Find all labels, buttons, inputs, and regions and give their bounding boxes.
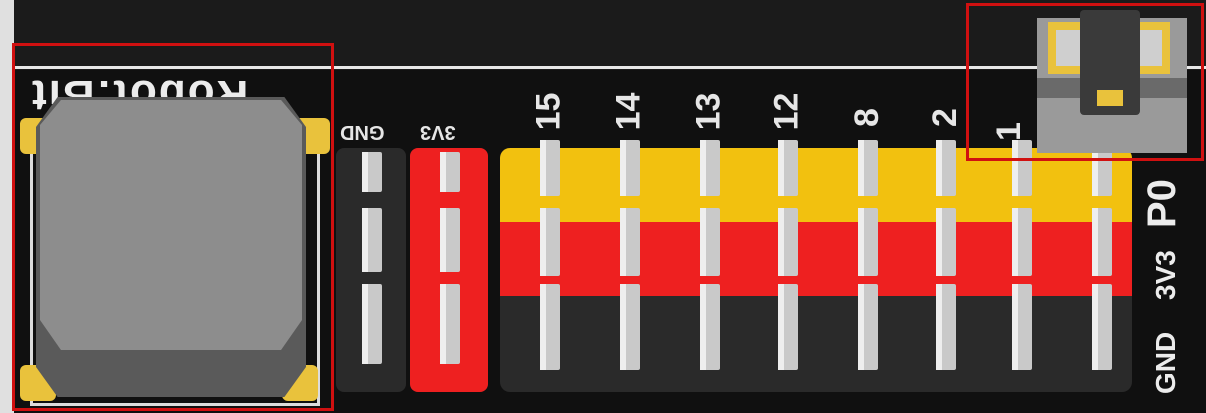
header-pin [936, 284, 956, 370]
header-label-3v3: 3V3 [420, 121, 456, 143]
header-pin [440, 152, 460, 192]
jumper-highlight-box [966, 3, 1204, 161]
header-pin [778, 284, 798, 370]
gnd-row [500, 296, 1132, 392]
header-pin [540, 208, 560, 276]
3v3-row [500, 222, 1132, 300]
pin-number-14: 14 [609, 92, 648, 131]
header-pin [778, 208, 798, 276]
row-label-3v3: 3V3 [1150, 250, 1181, 300]
header-pin [440, 208, 460, 272]
pin-number-8: 8 [847, 108, 886, 127]
header-label-gnd: GND [340, 121, 385, 143]
header-pin [700, 284, 720, 370]
pin-number-12: 12 [767, 92, 806, 131]
header-pin [620, 284, 640, 370]
pin-number-15: 15 [529, 92, 568, 131]
header-pin [440, 284, 460, 364]
header-pin [1092, 208, 1112, 276]
header-pin [1012, 284, 1032, 370]
header-pin [362, 284, 382, 364]
header-pin [936, 208, 956, 276]
header-pin [778, 140, 798, 196]
pin-number-13: 13 [689, 92, 728, 131]
header-pin [540, 284, 560, 370]
header-pin [1092, 284, 1112, 370]
header-pin [362, 208, 382, 272]
header-pin [936, 140, 956, 196]
header-pin [858, 140, 878, 196]
buzzer-highlight-box [12, 43, 334, 411]
row-label-p0: P0 [1140, 179, 1184, 228]
header-pin [858, 284, 878, 370]
header-pin [362, 152, 382, 192]
header-pin [1012, 208, 1032, 276]
pin-number-2: 2 [925, 108, 964, 127]
header-pin [620, 140, 640, 196]
header-pin [620, 208, 640, 276]
pcb-board: Robot:Bit GND 3V3 15 14 13 12 8 2 1 P0 3… [0, 0, 1206, 413]
row-label-gnd: GND [1150, 331, 1181, 394]
header-pin [858, 208, 878, 276]
header-pin [700, 208, 720, 276]
header-pin [700, 140, 720, 196]
header-pin [540, 140, 560, 196]
